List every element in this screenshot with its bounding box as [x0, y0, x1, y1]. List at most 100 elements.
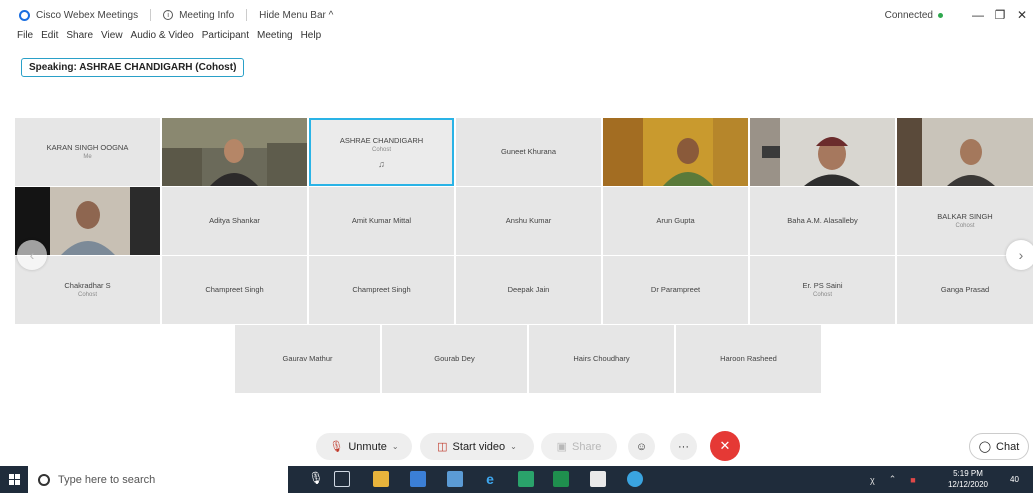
participant-name: Ganga Prasad [940, 285, 990, 294]
edge-browser-icon[interactable]: e [482, 471, 498, 487]
excel-icon[interactable] [553, 471, 569, 487]
windows-start-button[interactable] [0, 466, 28, 493]
video-feed [603, 118, 748, 186]
participant-video-tile[interactable] [897, 118, 1033, 186]
participant-tile[interactable]: Gaurav Mathur [235, 325, 380, 393]
task-view-icon[interactable] [334, 471, 350, 487]
meeting-info-button[interactable]: Meeting Info [179, 10, 234, 21]
menu-help[interactable]: Help [301, 30, 322, 48]
participant-tile[interactable]: Guneet Khurana [456, 118, 601, 186]
share-button[interactable]: ▣ Share [541, 433, 617, 460]
speaking-icon: ♫ [378, 158, 385, 169]
participant-tile[interactable]: Hairs Choudhary [529, 325, 674, 393]
share-screen-icon: ▣ [556, 441, 568, 453]
chat-bubble-icon: ◯ [978, 441, 992, 453]
microphone-icon[interactable]: 🎙 [308, 471, 324, 487]
hide-menu-bar-button[interactable]: Hide Menu Bar ^ [259, 10, 333, 21]
cortana-icon [38, 473, 50, 486]
participant-tile[interactable]: Amit Kumar Mittal [309, 187, 454, 255]
participant-role: Cohost [955, 222, 975, 229]
unmute-label: Unmute [348, 440, 387, 453]
notifications-button[interactable]: 40 [1010, 466, 1019, 493]
people-icon[interactable] [447, 471, 463, 487]
participant-name: ASHRAE CHANDIGARH [339, 135, 424, 145]
participant-name: Baha A.M. Alasalleby [787, 216, 858, 225]
participant-role: Cohost [812, 291, 832, 298]
participant-role: Cohost [77, 291, 97, 298]
participant-name: BALKAR SINGH [937, 211, 993, 221]
app-icon[interactable] [518, 471, 534, 487]
participant-tile[interactable]: Dr Parampreet [603, 256, 748, 324]
restore-icon[interactable]: ❐ [989, 8, 1011, 22]
connection-status[interactable]: Connected [885, 10, 943, 21]
close-icon: ✕ [719, 438, 731, 453]
start-video-button[interactable]: ◫ Start video ⌄ [420, 433, 534, 460]
next-page-icon[interactable]: › [1006, 240, 1033, 270]
microphone-muted-icon: 🎙 [329, 441, 344, 453]
participant-tile[interactable]: Aditya Shankar [162, 187, 307, 255]
minimize-icon[interactable]: — [967, 8, 989, 22]
participant-video-tile[interactable] [750, 118, 895, 186]
participant-name: Champreet Singh [352, 285, 411, 294]
more-options-button[interactable]: ··· [670, 433, 697, 460]
participant-tile[interactable]: Arun Gupta [603, 187, 748, 255]
participant-tile[interactable]: Gourab Dey [382, 325, 527, 393]
menu-bar: File Edit Share View Audio & Video Parti… [17, 30, 321, 48]
participant-name: Gourab Dey [434, 354, 475, 363]
participant-name: KARAN SINGH OOGNA [46, 142, 129, 152]
participant-name: Deepak Jain [507, 285, 550, 294]
share-label: Share [572, 440, 602, 453]
video-feed [162, 118, 307, 186]
active-speaker-label: Speaking: ASHRAE CHANDIGARH (Cohost) [21, 58, 245, 77]
webex-taskbar-icon[interactable] [627, 471, 643, 487]
clock-date: 12/12/2020 [947, 480, 989, 489]
video-feed [750, 118, 895, 186]
end-meeting-button[interactable]: ✕ [710, 431, 740, 461]
participant-role: Cohost [371, 146, 391, 153]
reactions-button[interactable]: ☺ [628, 433, 655, 460]
close-icon[interactable]: ✕ [1011, 8, 1033, 22]
participant-tile[interactable]: Deepak Jain [456, 256, 601, 324]
start-video-label: Start video [452, 440, 506, 453]
info-icon: i [163, 10, 174, 20]
menu-share[interactable]: Share [66, 30, 93, 48]
menu-participant[interactable]: Participant [202, 30, 249, 48]
emoji-icon: ☺ [635, 440, 648, 453]
taskbar-search[interactable]: Type here to search [28, 466, 288, 493]
participant-tile[interactable]: Champreet Singh [162, 256, 307, 324]
chat-button[interactable]: ◯ Chat [969, 433, 1029, 460]
participant-tile-active[interactable]: ASHRAE CHANDIGARH Cohost ♫ [309, 118, 454, 186]
participant-tile[interactable]: Anshu Kumar [456, 187, 601, 255]
menu-audio-video[interactable]: Audio & Video [131, 30, 194, 48]
video-off-icon: ◫ [437, 441, 448, 453]
participant-video-tile[interactable] [162, 118, 307, 186]
taskbar-clock[interactable]: 5:19 PM 12/12/2020 [944, 468, 992, 490]
previous-page-icon[interactable]: ‹ [17, 240, 47, 270]
menu-file[interactable]: File [17, 30, 33, 48]
menu-view[interactable]: View [101, 30, 123, 48]
unmute-button[interactable]: 🎙 Unmute ⌄ [316, 433, 412, 460]
participant-tile[interactable]: Baha A.M. Alasalleby [750, 187, 895, 255]
connection-status-label: Connected [884, 9, 933, 21]
participant-role: Me [83, 153, 92, 160]
participant-tile[interactable]: Haroon Rasheed [676, 325, 821, 393]
menu-edit[interactable]: Edit [41, 30, 58, 48]
divider [150, 9, 152, 21]
store-icon[interactable] [410, 471, 426, 487]
participant-video-tile[interactable] [603, 118, 748, 186]
chevron-down-icon: ⌄ [391, 442, 399, 451]
antivirus-tray-icon[interactable]: ■ [910, 475, 915, 485]
participant-name: Dr Parampreet [650, 285, 701, 294]
participant-name: Hairs Choudhary [573, 354, 630, 363]
chevron-up-icon[interactable]: ⌃ [889, 474, 897, 485]
participant-tile[interactable]: Champreet Singh [309, 256, 454, 324]
participant-name: Anshu Kumar [505, 216, 552, 225]
photos-icon[interactable] [590, 471, 606, 487]
menu-meeting[interactable]: Meeting [257, 30, 293, 48]
participant-tile[interactable]: Er. PS Saini Cohost [750, 256, 895, 324]
participant-tile[interactable]: KARAN SINGH OOGNA Me [15, 118, 160, 186]
file-explorer-icon[interactable] [373, 471, 389, 487]
people-tray-icon[interactable]: χ [870, 475, 875, 485]
participant-name: Champreet Singh [205, 285, 264, 294]
title-bar: Cisco Webex Meetings i Meeting Info Hide… [0, 0, 1033, 30]
